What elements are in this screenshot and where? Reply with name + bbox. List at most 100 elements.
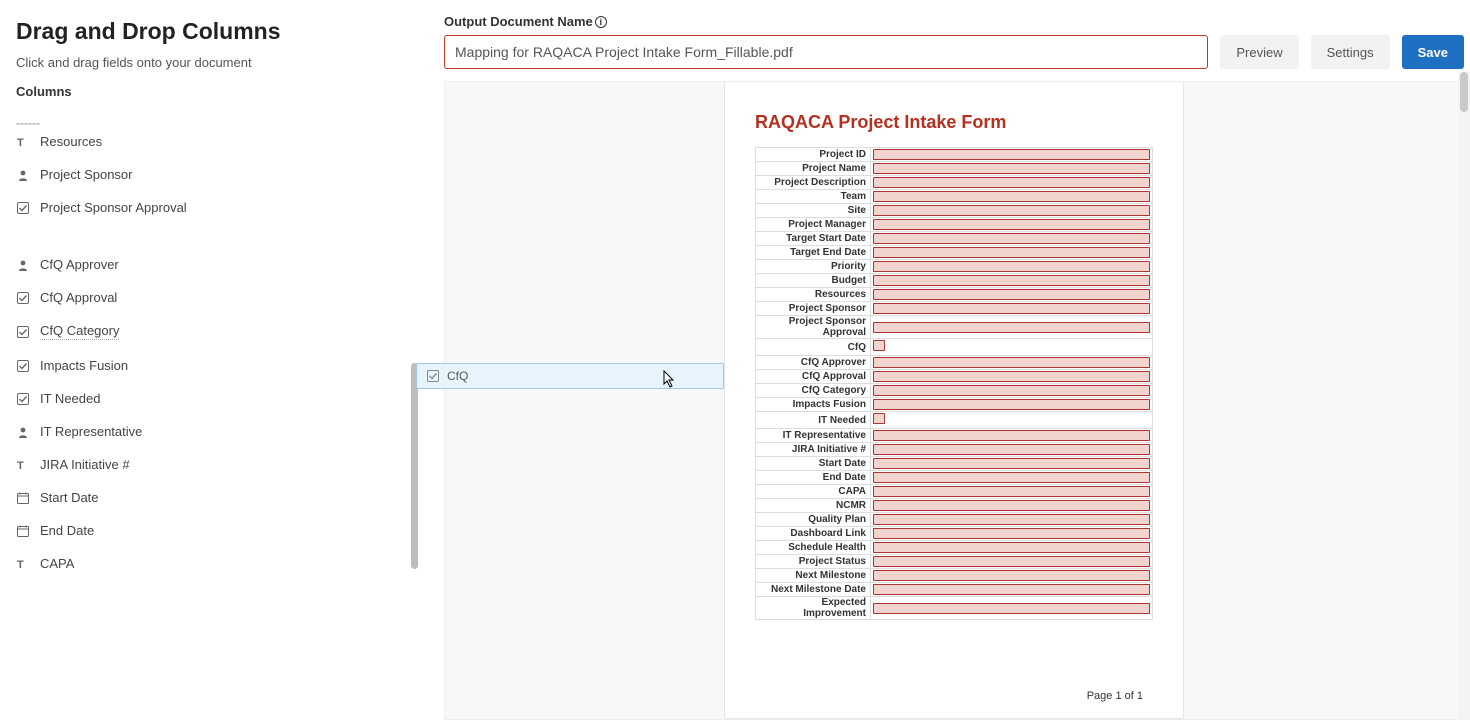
document-workspace[interactable]: RAQACA Project Intake Form Project IDPro… <box>444 81 1464 720</box>
form-row-label: IT Needed <box>756 412 871 429</box>
list-item-label: CAPA <box>40 556 74 571</box>
form-row-field-cell <box>871 370 1153 384</box>
sidebar: Drag and Drop Columns Click and drag fie… <box>0 0 438 720</box>
form-row-field-cell <box>871 569 1153 583</box>
form-row-label: CfQ <box>756 339 871 356</box>
form-row-label: Project Manager <box>756 218 871 232</box>
list-item[interactable]: Project Sponsor <box>16 158 422 191</box>
save-button[interactable]: Save <box>1402 35 1464 69</box>
table-row: CfQ <box>756 339 1153 356</box>
list-item[interactable]: CfQ Approver <box>16 248 422 281</box>
list-item[interactable]: Impacts Fusion <box>16 349 422 382</box>
form-text-field[interactable] <box>873 322 1150 333</box>
list-item[interactable]: CfQ Approval <box>16 281 422 314</box>
form-row-field-cell <box>871 513 1153 527</box>
list-item[interactable]: T Resources <box>16 125 422 158</box>
info-icon[interactable]: i <box>595 16 607 28</box>
table-row: Budget <box>756 274 1153 288</box>
svg-text:T: T <box>17 137 24 148</box>
form-text-field[interactable] <box>873 486 1150 497</box>
app-root: Drag and Drop Columns Click and drag fie… <box>0 0 1470 720</box>
form-text-field[interactable] <box>873 458 1150 469</box>
table-row: Project Manager <box>756 218 1153 232</box>
table-row: Target Start Date <box>756 232 1153 246</box>
form-text-field[interactable] <box>873 556 1150 567</box>
preview-button[interactable]: Preview <box>1220 35 1298 69</box>
table-row: NCMR <box>756 499 1153 513</box>
list-item[interactable]: IT Needed <box>16 382 422 415</box>
table-row: Project Sponsor <box>756 302 1153 316</box>
form-row-field-cell <box>871 288 1153 302</box>
form-checkbox-field[interactable] <box>873 413 885 424</box>
form-text-field[interactable] <box>873 542 1150 553</box>
table-row: CfQ Category <box>756 384 1153 398</box>
form-checkbox-field[interactable] <box>873 340 885 351</box>
form-text-field[interactable] <box>873 444 1150 455</box>
form-row-label: Next Milestone <box>756 569 871 583</box>
form-text-field[interactable] <box>873 261 1150 272</box>
form-row-label: Next Milestone Date <box>756 583 871 597</box>
form-text-field[interactable] <box>873 603 1150 614</box>
form-text-field[interactable] <box>873 163 1150 174</box>
checkbox-icon <box>16 359 30 373</box>
form-row-label: Impacts Fusion <box>756 398 871 412</box>
person-icon <box>16 258 30 272</box>
page-number: Page 1 of 1 <box>1087 690 1143 702</box>
form-row-field-cell <box>871 162 1153 176</box>
form-text-field[interactable] <box>873 500 1150 511</box>
text-icon: T <box>16 458 30 472</box>
form-row-label: JIRA Initiative # <box>756 443 871 457</box>
form-row-field-cell <box>871 527 1153 541</box>
form-row-label: Target Start Date <box>756 232 871 246</box>
list-item[interactable]: Start Date <box>16 481 422 514</box>
text-icon: T <box>16 135 30 149</box>
form-row-field-cell <box>871 384 1153 398</box>
list-item[interactable]: Project Sponsor Approval <box>16 191 422 224</box>
list-item-label: CfQ Category <box>40 323 119 340</box>
calendar-icon <box>16 524 30 538</box>
list-item-label: Resources <box>40 134 102 149</box>
form-row-field-cell <box>871 316 1153 339</box>
list-item[interactable]: End Date <box>16 514 422 547</box>
form-text-field[interactable] <box>873 219 1150 230</box>
form-text-field[interactable] <box>873 233 1150 244</box>
form-text-field[interactable] <box>873 514 1150 525</box>
form-text-field[interactable] <box>873 275 1150 286</box>
form-text-field[interactable] <box>873 399 1150 410</box>
form-text-field[interactable] <box>873 371 1150 382</box>
table-row: Project Name <box>756 162 1153 176</box>
form-text-field[interactable] <box>873 430 1150 441</box>
form-text-field[interactable] <box>873 357 1150 368</box>
form-text-field[interactable] <box>873 528 1150 539</box>
form-row-label: Team <box>756 190 871 204</box>
page-scrollbar[interactable] <box>1458 72 1470 720</box>
form-text-field[interactable] <box>873 303 1150 314</box>
settings-button[interactable]: Settings <box>1311 35 1390 69</box>
form-text-field[interactable] <box>873 385 1150 396</box>
sidebar-scrollbar-thumb[interactable] <box>411 363 418 569</box>
form-text-field[interactable] <box>873 149 1150 160</box>
list-item[interactable]: T JIRA Initiative # <box>16 448 422 481</box>
calendar-icon <box>16 491 30 505</box>
form-text-field[interactable] <box>873 472 1150 483</box>
form-text-field[interactable] <box>873 570 1150 581</box>
page-scrollbar-thumb[interactable] <box>1460 72 1468 112</box>
list-item[interactable]: TCAPA <box>16 547 422 580</box>
list-item[interactable]: ------ <box>16 107 422 125</box>
form-row-field-cell <box>871 356 1153 370</box>
list-item-label: JIRA Initiative # <box>40 457 130 472</box>
list-item[interactable]: IT Representative <box>16 415 422 448</box>
form-text-field[interactable] <box>873 289 1150 300</box>
drag-ghost-label: CfQ <box>447 369 468 383</box>
form-text-field[interactable] <box>873 177 1150 188</box>
form-text-field[interactable] <box>873 247 1150 258</box>
table-row: Next Milestone <box>756 569 1153 583</box>
form-text-field[interactable] <box>873 191 1150 202</box>
list-item[interactable]: CfQ Category <box>16 314 422 349</box>
table-row: Project Description <box>756 176 1153 190</box>
form-text-field[interactable] <box>873 584 1150 595</box>
drag-ghost[interactable]: CfQ <box>416 363 724 389</box>
output-doc-name-input[interactable] <box>444 35 1208 69</box>
form-text-field[interactable] <box>873 205 1150 216</box>
sidebar-title: Drag and Drop Columns <box>16 18 422 45</box>
